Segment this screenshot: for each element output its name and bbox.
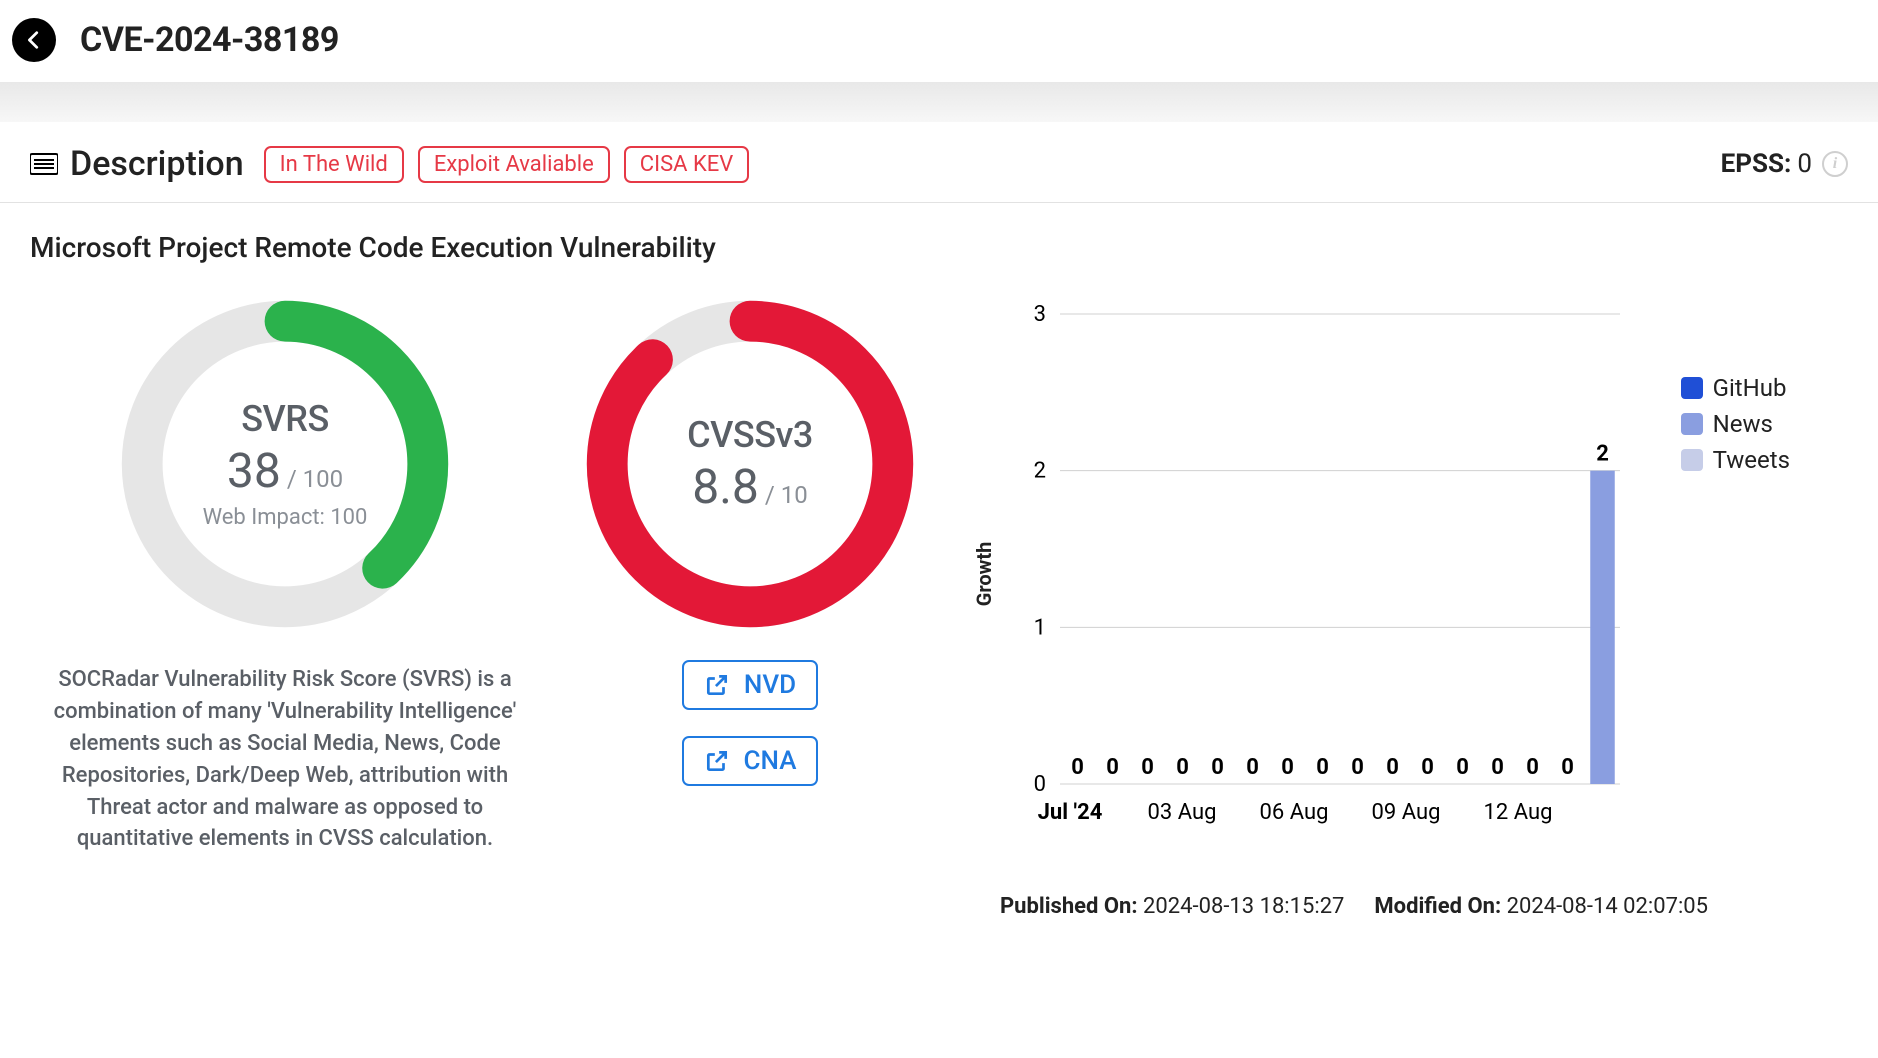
section-title-description: Description [70, 144, 244, 184]
legend-item: GitHub [1681, 374, 1790, 402]
modified-value: 2024-08-14 02:07:05 [1507, 894, 1708, 919]
cvss-gauge: CVSSv3 8.8 / 10 [580, 294, 920, 634]
svg-text:2: 2 [1596, 442, 1609, 467]
svg-text:1: 1 [1034, 615, 1046, 640]
legend-swatch-github [1681, 377, 1703, 399]
tag-in-the-wild[interactable]: In The Wild [264, 146, 404, 183]
legend-swatch-news [1681, 413, 1703, 435]
external-link-icon [704, 748, 730, 774]
tag-exploit-available[interactable]: Exploit Avaliable [418, 146, 610, 183]
svg-text:0: 0 [1421, 755, 1434, 780]
cna-link-label: CNA [744, 746, 797, 776]
svg-text:0: 0 [1561, 755, 1574, 780]
page-header: CVE-2024-38189 [0, 0, 1878, 82]
vulnerability-name: Microsoft Project Remote Code Execution … [0, 203, 1878, 264]
svg-text:0: 0 [1386, 755, 1399, 780]
modified-date: Modified On: 2024-08-14 02:07:05 [1374, 894, 1708, 919]
svrs-label: SVRS [241, 398, 329, 440]
svg-text:0: 0 [1246, 755, 1259, 780]
svrs-web-impact: Web Impact: 100 [203, 505, 368, 530]
svg-text:03 Aug: 03 Aug [1148, 800, 1217, 825]
svg-text:0: 0 [1456, 755, 1469, 780]
svg-text:0: 0 [1281, 755, 1294, 780]
tag-cisa-kev[interactable]: CISA KEV [624, 146, 750, 183]
epss-value: 0 [1797, 149, 1812, 179]
legend-label: News [1713, 410, 1773, 438]
svg-text:06 Aug: 06 Aug [1260, 800, 1329, 825]
svg-text:0: 0 [1141, 755, 1154, 780]
svrs-description: SOCRadar Vulnerability Risk Score (SVRS)… [30, 664, 540, 855]
svg-text:3: 3 [1034, 302, 1046, 327]
svg-text:0: 0 [1176, 755, 1189, 780]
legend-item: News [1681, 410, 1790, 438]
svg-text:0: 0 [1491, 755, 1504, 780]
svg-text:0: 0 [1071, 755, 1084, 780]
back-button[interactable] [12, 18, 56, 62]
nvd-link-label: NVD [744, 670, 796, 700]
arrow-left-icon [23, 29, 45, 51]
cvss-label: CVSSv3 [687, 414, 813, 456]
svg-text:2: 2 [1034, 459, 1046, 484]
svg-text:0: 0 [1316, 755, 1329, 780]
svg-text:0: 0 [1106, 755, 1119, 780]
cna-link-button[interactable]: CNA [682, 736, 819, 786]
modified-label: Modified On: [1374, 894, 1501, 919]
growth-chart: 01230000000000000002Jul '2403 Aug06 Aug0… [1000, 294, 1640, 854]
svg-text:09 Aug: 09 Aug [1372, 800, 1441, 825]
legend-label: GitHub [1713, 374, 1787, 402]
legend-swatch-tweets [1681, 449, 1703, 471]
divider-bar [0, 82, 1878, 122]
epss-score: EPSS: 0 i [1721, 149, 1848, 179]
cvss-max: / 10 [765, 481, 808, 509]
epss-label: EPSS: [1721, 149, 1792, 179]
svg-text:0: 0 [1351, 755, 1364, 780]
nvd-link-button[interactable]: NVD [682, 660, 818, 710]
svrs-gauge: SVRS 38 / 100 Web Impact: 100 [115, 294, 455, 634]
svg-text:12 Aug: 12 Aug [1484, 800, 1553, 825]
svg-text:0: 0 [1034, 772, 1046, 797]
list-icon [30, 152, 58, 176]
svg-text:0: 0 [1211, 755, 1224, 780]
cvss-value: 8.8 [692, 458, 759, 515]
published-value: 2024-08-13 18:15:27 [1143, 894, 1344, 919]
chart-y-axis-label: Growth [972, 542, 996, 607]
svg-text:0: 0 [1526, 755, 1539, 780]
info-icon[interactable]: i [1822, 151, 1848, 177]
description-header-row: Description In The Wild Exploit Avaliabl… [0, 122, 1878, 203]
svrs-max: / 100 [287, 465, 343, 493]
legend-item: Tweets [1681, 446, 1790, 474]
cve-id-title: CVE-2024-38189 [80, 20, 339, 60]
external-link-icon [704, 672, 730, 698]
svg-text:Jul '24: Jul '24 [1038, 800, 1103, 825]
svrs-value: 38 [227, 442, 281, 499]
published-label: Published On: [1000, 894, 1138, 919]
legend-label: Tweets [1713, 446, 1790, 474]
chart-legend: GitHub News Tweets [1681, 374, 1790, 482]
published-date: Published On: 2024-08-13 18:15:27 [1000, 894, 1344, 919]
